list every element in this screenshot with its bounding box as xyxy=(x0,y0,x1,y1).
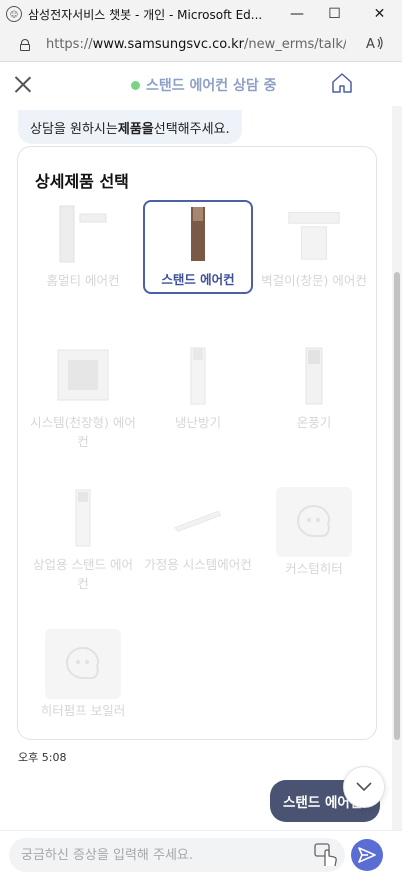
browser-titlebar: ☺ 삼성전자서비스 챗봇 - 개인 - Microsoft Ed... — ☐ … xyxy=(0,0,402,28)
product-commercial-stand-aircon[interactable]: 상업용 스탠드 에어컨 xyxy=(28,487,138,591)
window-close-button[interactable]: ✕ xyxy=(357,0,402,28)
message-timestamp: 오후 5:08 xyxy=(18,751,67,764)
status-text: 스탠드 에어컨 상담 중 xyxy=(146,78,277,94)
ceiling-aircon-icon xyxy=(56,345,110,407)
wall-aircon-icon xyxy=(287,203,341,265)
product-label: 시스템(천장형) 에어컨 xyxy=(30,415,136,449)
product-hot-air-heater[interactable]: 온풍기 xyxy=(259,345,369,441)
home-icon[interactable] xyxy=(331,72,353,94)
bot-message-emphasis: 제품을 xyxy=(117,121,154,137)
scrollbar-thumb[interactable] xyxy=(394,272,400,740)
stand-aircon-icon xyxy=(171,202,225,264)
product-label: 히터펌프 보일러 xyxy=(40,703,126,718)
product-heater-cooler[interactable]: 냉난방기 xyxy=(143,345,253,441)
url-path: /new_erms/talk/... xyxy=(243,37,346,52)
url-prefix: https:// xyxy=(46,37,93,52)
chat-scrollbar[interactable] xyxy=(392,106,402,830)
custom-heater-icon xyxy=(276,487,352,557)
chat-messages[interactable]: 상담을 원하시는 제품을 선택해주세요. 상세제품 선택 홈멀티 에어컨 스탠드… xyxy=(0,106,392,830)
heater-cooler-icon xyxy=(171,345,225,407)
online-dot-icon xyxy=(131,80,140,90)
chevron-down-icon xyxy=(356,782,372,792)
home-multi-aircon-icon xyxy=(56,203,110,265)
bot-message-text: 상담을 원하시는 xyxy=(30,121,118,137)
read-aloud-icon[interactable]: A xyxy=(366,36,384,54)
product-label: 상업용 스탠드 에어컨 xyxy=(33,557,133,591)
card-title: 상세제품 선택 xyxy=(35,172,129,191)
window-title: 삼성전자서비스 챗봇 - 개인 - Microsoft Ed... xyxy=(28,7,263,22)
product-wall-aircon[interactable]: 벽걸이(창문) 에어컨 xyxy=(259,203,369,299)
url-field[interactable]: https://www.samsungsvc.co.kr/new_erms/ta… xyxy=(46,37,346,52)
hot-air-heater-icon xyxy=(287,345,341,407)
product-label: 가정용 시스템에어컨 xyxy=(144,557,252,572)
product-stand-aircon[interactable]: 스탠드 에어컨 xyxy=(143,200,253,294)
product-label: 스탠드 에어컨 xyxy=(161,272,235,287)
product-label: 냉난방기 xyxy=(174,415,221,430)
bot-message: 상담을 원하시는 제품을 선택해주세요. xyxy=(18,110,242,144)
commercial-stand-aircon-icon xyxy=(56,487,110,549)
product-custom-heater[interactable]: 커스텀히터 xyxy=(259,487,369,583)
product-label: 홈멀티 에어컨 xyxy=(46,273,120,288)
product-selection-card: 상세제품 선택 홈멀티 에어컨 스탠드 에어컨 벽걸이(창문) 에어컨 시스템(… xyxy=(17,146,377,740)
minimize-button[interactable]: — xyxy=(282,0,312,28)
url-domain: www.samsungsvc.co.kr xyxy=(92,37,244,52)
product-label: 온풍기 xyxy=(296,415,332,430)
lock-icon[interactable] xyxy=(20,38,30,51)
message-input-area xyxy=(0,830,402,880)
scroll-down-button[interactable] xyxy=(343,766,385,808)
product-label: 벽걸이(창문) 에어컨 xyxy=(261,273,367,288)
svg-text:A: A xyxy=(366,37,375,50)
product-home-system-aircon[interactable]: 가정용 시스템에어컨 xyxy=(143,487,253,583)
address-bar[interactable]: https://www.samsungsvc.co.kr/new_erms/ta… xyxy=(0,28,402,62)
close-chat-icon[interactable] xyxy=(14,75,32,93)
send-button[interactable] xyxy=(351,839,383,871)
chat-header: 스탠드 에어컨 상담 중 xyxy=(0,62,402,106)
message-input[interactable] xyxy=(9,838,345,872)
heatpump-boiler-icon xyxy=(45,629,121,699)
bot-message-text-end: 선택해주세요. xyxy=(153,121,230,137)
product-home-multi-aircon[interactable]: 홈멀티 에어컨 xyxy=(28,203,138,299)
home-system-aircon-icon xyxy=(171,487,225,549)
restore-button[interactable]: ☐ xyxy=(312,0,357,28)
chatbot-favicon-icon: ☺ xyxy=(6,6,22,22)
touch-icon[interactable] xyxy=(314,842,340,868)
chat-status: 스탠드 에어컨 상담 중 xyxy=(131,75,277,95)
send-icon xyxy=(358,847,376,863)
product-heatpump-boiler[interactable]: 히터펌프 보일러 xyxy=(28,629,138,725)
product-label: 커스텀히터 xyxy=(285,561,343,576)
product-ceiling-aircon[interactable]: 시스템(천장형) 에어컨 xyxy=(28,345,138,449)
